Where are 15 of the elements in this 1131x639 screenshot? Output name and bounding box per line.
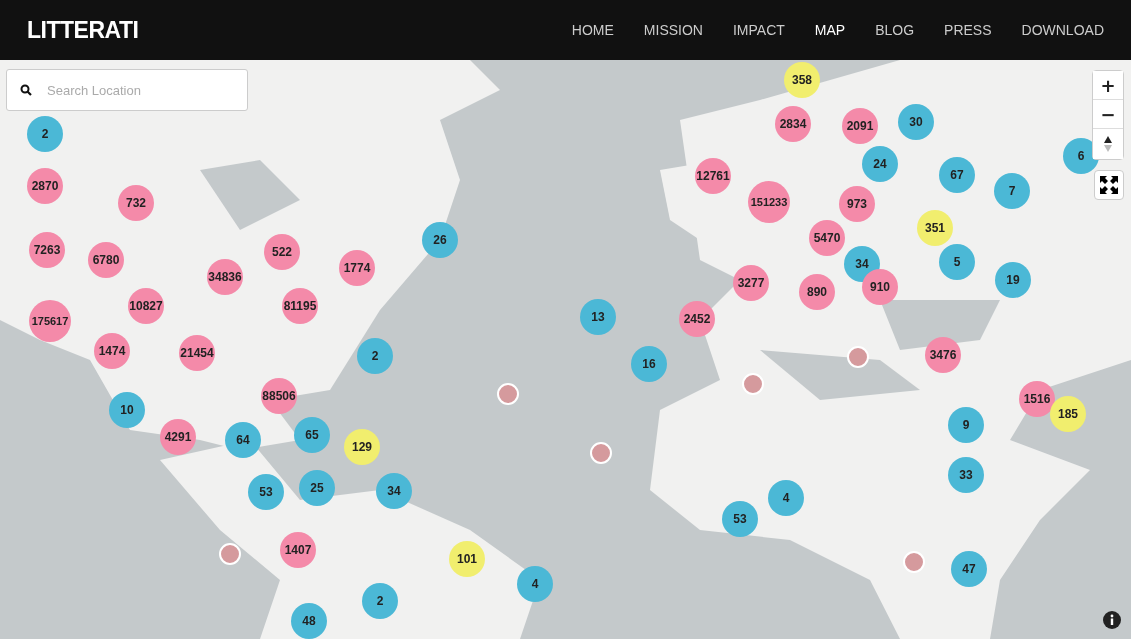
search-field[interactable]: Search Location	[6, 69, 248, 111]
compass-icon	[1103, 135, 1113, 153]
fullscreen-icon	[1099, 175, 1119, 195]
nav-link[interactable]: MISSION	[643, 22, 703, 38]
nav-link[interactable]: BLOG	[875, 22, 915, 38]
fullscreen-button[interactable]	[1094, 170, 1124, 200]
nav-link[interactable]: MAP	[814, 22, 846, 38]
logo[interactable]: LITTERATI	[27, 16, 139, 44]
info-icon[interactable]	[1103, 611, 1121, 629]
nav-link[interactable]: DOWNLOAD	[1021, 22, 1104, 38]
nav-link[interactable]: HOME	[571, 22, 614, 38]
nav-link[interactable]: PRESS	[944, 22, 992, 38]
zoom-button[interactable]: +	[1093, 71, 1123, 100]
search-icon	[20, 84, 32, 96]
nav-link[interactable]: IMPACT	[732, 22, 785, 38]
